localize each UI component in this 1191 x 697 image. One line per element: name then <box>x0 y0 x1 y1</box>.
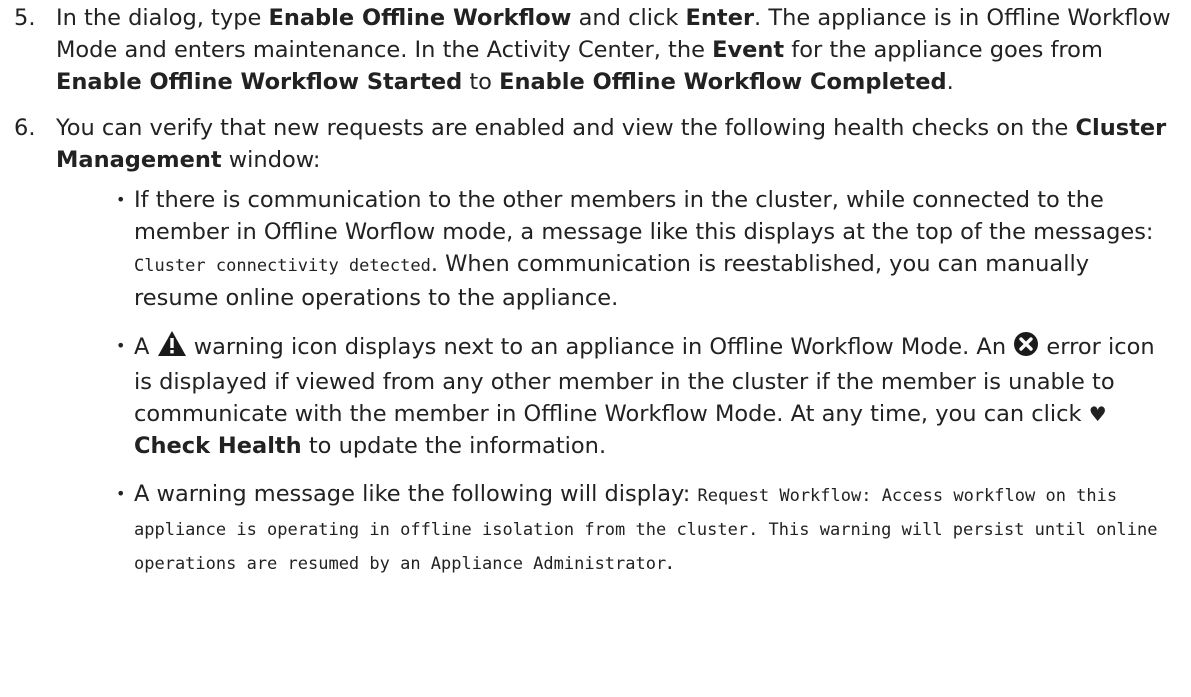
list-item: • If there is communication to the other… <box>116 184 1171 314</box>
error-icon <box>1013 331 1039 366</box>
step-text: . <box>946 69 954 95</box>
step-text: In the dialog, type <box>56 5 269 31</box>
ui-term: Enable Offline Workflow Started <box>56 69 463 95</box>
document-body: 5. In the dialog, type Enable Offline Wo… <box>0 0 1191 580</box>
ui-term: Event <box>712 37 785 63</box>
bullet-dot: • <box>116 336 126 355</box>
ui-term: Enter <box>685 5 755 31</box>
item-text: warning icon displays next to an applian… <box>186 334 1014 360</box>
ui-term: Check Health <box>134 433 302 459</box>
step-text: and click <box>571 5 686 31</box>
bullet-dot: • <box>116 484 126 503</box>
code-message: Cluster connectivity detected <box>134 256 431 276</box>
step-text: for the appliance goes from <box>784 37 1103 63</box>
step-text: to <box>462 69 500 95</box>
heart-icon: ♥ <box>1088 402 1107 426</box>
item-text: A <box>134 334 157 360</box>
step-number: 5. <box>14 5 36 31</box>
step-text: You can verify that new requests are ena… <box>56 115 1076 141</box>
list-item: • A warning message like the following w… <box>116 478 1171 580</box>
item-text: . <box>666 549 674 575</box>
ui-term: Enable Offline Workflow <box>268 5 572 31</box>
step-6: 6. You can verify that new requests are … <box>14 112 1171 580</box>
health-check-list: • If there is communication to the other… <box>56 184 1171 580</box>
step-number: 6. <box>14 115 36 141</box>
list-item: • A warning icon displays next to an app… <box>116 330 1171 462</box>
warning-icon <box>157 330 187 366</box>
step-5: 5. In the dialog, type Enable Offline Wo… <box>14 2 1171 98</box>
ui-term: Enable Offline Workflow Completed <box>499 69 947 95</box>
item-text: to update the information. <box>301 433 607 459</box>
bullet-dot: • <box>116 190 126 209</box>
item-text: If there is communication to the other m… <box>134 187 1154 245</box>
item-text: A warning message like the following wil… <box>134 481 698 507</box>
step-text: window: <box>221 147 321 173</box>
